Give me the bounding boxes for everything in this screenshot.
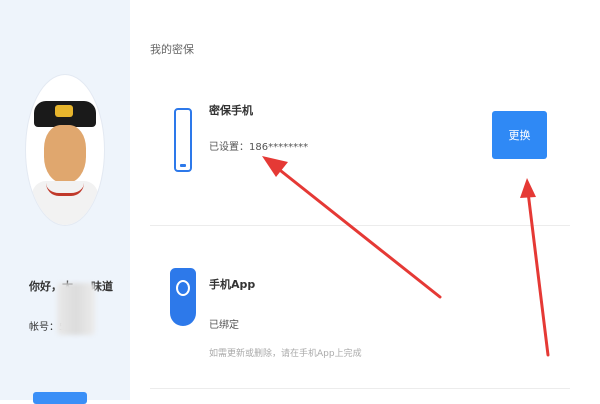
secure-phone-title: 密保手机	[209, 104, 253, 117]
avatar-face	[44, 125, 86, 183]
shield-icon	[170, 268, 196, 326]
phone-icon	[174, 108, 192, 172]
change-phone-button[interactable]: 更换	[492, 111, 547, 159]
sidebar: 你好，太 味道 帐号：5	[0, 0, 130, 404]
avatar-hat-badge	[55, 105, 73, 117]
section-title: 我的密保	[150, 43, 194, 56]
mobile-app-status: 已绑定	[209, 320, 239, 331]
mobile-app-note: 如需更新或删除，请在手机App上完成	[209, 349, 362, 359]
divider	[150, 388, 570, 389]
mobile-app-title: 手机App	[209, 278, 256, 291]
shield-inner-icon	[176, 280, 190, 296]
secure-phone-status: 已设置：186********	[209, 142, 309, 153]
sidebar-button[interactable]	[33, 392, 87, 404]
blurred-info	[57, 283, 95, 335]
divider	[150, 225, 570, 226]
avatar[interactable]	[26, 75, 104, 225]
security-panel: 我的密保 密保手机 已设置：186******** 更换 手机App 已绑定 如…	[150, 0, 600, 400]
